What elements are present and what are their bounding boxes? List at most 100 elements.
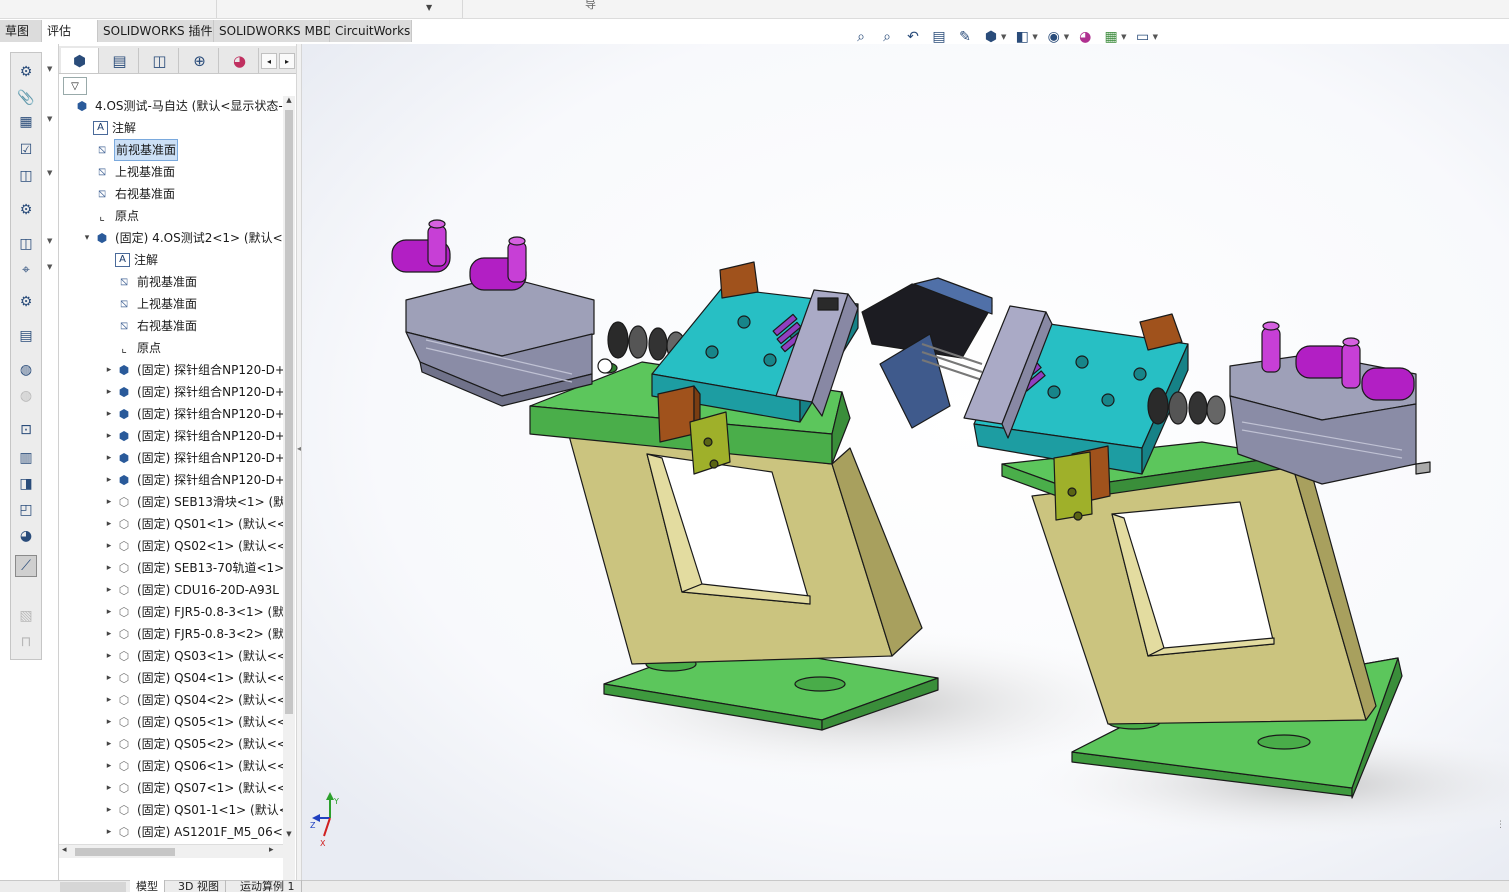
chevron-down-icon[interactable]: ▼ (1121, 33, 1126, 41)
configuration-manager-tab-icon[interactable]: ◫ (141, 48, 179, 73)
expand-toggle-icon[interactable]: ▸ (103, 360, 115, 380)
tree-row[interactable]: ▸ ⬡ (固定) QS06<1> (默认<<默 (103, 756, 283, 776)
stack-icon[interactable]: ▥ (15, 447, 37, 469)
tab-3d-views[interactable]: 3D 视图 (172, 880, 226, 892)
tab-solidworks-mbd[interactable]: SOLIDWORKS MBD (214, 20, 332, 42)
graphics-viewport[interactable] (302, 44, 1509, 880)
expand-toggle-icon[interactable]: ▸ (103, 580, 115, 600)
tree-row[interactable]: ⧅ 右视基准面 (81, 184, 175, 204)
tab-motion-study[interactable]: 运动算例 1 (234, 880, 302, 892)
expand-toggle-icon[interactable]: ▸ (103, 690, 115, 710)
tree-row[interactable]: ▸ ⬡ (固定) QS05<2> (默认<<默 (103, 734, 283, 754)
interference-icon[interactable]: ◫ (15, 165, 37, 187)
tree-row[interactable]: ▸ ⬡ (固定) FJR5-0.8-3<1> (默认 (103, 602, 283, 622)
expand-toggle-icon[interactable]: ▸ (103, 426, 115, 446)
expand-toggle-icon[interactable]: ▸ (103, 624, 115, 644)
expand-toggle-icon[interactable]: ▸ (103, 448, 115, 468)
instant3d-icon[interactable]: ⟋ (15, 555, 37, 577)
insert-icon[interactable]: ⌖ (15, 259, 37, 281)
explode-icon[interactable]: ▤ (15, 325, 37, 347)
expand-toggle-icon[interactable]: ▸ (103, 712, 115, 732)
tree-row[interactable]: ⌞ 原点 (81, 206, 139, 226)
clip-icon[interactable]: 📎 (15, 87, 37, 109)
tree-row[interactable]: A 注解 (81, 118, 136, 138)
expand-toggle-icon[interactable]: ▸ (103, 514, 115, 534)
scroll-thumb[interactable] (75, 848, 175, 856)
mate-icon[interactable]: ⚙ (15, 291, 37, 313)
tree-row[interactable]: ▸ ⬢ (固定) 探针组合NP120-D+N (103, 470, 283, 490)
tree-row[interactable]: ⌞ 原点 (103, 338, 161, 358)
scroll-left-icon[interactable]: ◂ (62, 845, 67, 855)
tab-model[interactable]: 模型 (130, 880, 165, 892)
expand-toggle-icon[interactable]: ▸ (103, 536, 115, 556)
tree-row[interactable]: ▸ ⬡ (固定) SEB13滑块<1> (默认 (103, 492, 283, 512)
part-icon[interactable]: ◨ (15, 473, 37, 495)
expand-toggle-icon[interactable]: ▸ (103, 800, 115, 820)
expand-toggle-icon[interactable]: ▸ (103, 382, 115, 402)
tree-row[interactable]: ▸ ⬡ (固定) QS07<1> (默认<<默 (103, 778, 283, 798)
hole-wizard-icon[interactable]: ⊡ (15, 419, 37, 441)
dimxpert-tab-icon[interactable]: ⊕ (181, 48, 219, 73)
tree-row[interactable]: ▸ ⬡ (固定) QS04<2> (默认<<默 (103, 690, 283, 710)
tree-row[interactable]: ▸ ⬢ (固定) 探针组合NP120-D+N (103, 448, 283, 468)
display-manager-tab-icon[interactable]: ◕ (221, 48, 259, 73)
tree-row[interactable]: ⧅ 前视基准面 (103, 272, 197, 292)
scroll-right-icon[interactable]: ▸ (269, 845, 274, 855)
tree-row[interactable]: ▸ ⬢ (固定) 探针组合NP120-D+N (103, 382, 283, 402)
tree-row[interactable]: ▸ ⬡ (固定) FJR5-0.8-3<2> (默认 (103, 624, 283, 644)
expand-toggle-icon[interactable]: ▸ (103, 492, 115, 512)
property-manager-tab-icon[interactable]: ▤ (101, 48, 139, 73)
tab-navigation-buttons[interactable] (60, 882, 126, 892)
feature-tree-tab-icon[interactable]: ⬢ (61, 48, 99, 73)
tree-row[interactable]: ▸ ⬡ (固定) QS04<1> (默认<<默 (103, 668, 283, 688)
chevron-down-icon[interactable]: ▼ (47, 115, 52, 123)
chevron-down-icon[interactable]: ▼ (47, 263, 52, 271)
tree-row[interactable]: ▸ ⬡ (固定) QS03<1> (默认<<默 (103, 646, 283, 666)
scroll-thumb[interactable] (285, 110, 293, 714)
filter-icon[interactable]: ▽ (63, 77, 87, 95)
expand-toggle-icon[interactable]: ▸ (103, 668, 115, 688)
chevron-down-icon[interactable]: ▼ (1064, 33, 1069, 41)
mass-properties-icon[interactable]: ▦ (15, 111, 37, 133)
tree-row[interactable]: ⧅ 前视基准面 (81, 139, 179, 161)
tab-sketch[interactable]: 草图 (0, 20, 42, 42)
tree-row[interactable]: ⧅ 上视基准面 (81, 162, 175, 182)
sheet-icon[interactable]: ◰ (15, 499, 37, 521)
tree-row[interactable]: ▸ ⬡ (固定) QS01-1<1> (默认<< (103, 800, 283, 820)
expand-toggle-icon[interactable]: ▸ (103, 646, 115, 666)
component-icon[interactable]: ◫ (15, 233, 37, 255)
expand-toggle-icon[interactable]: ▸ (103, 756, 115, 776)
tree-vertical-scrollbar[interactable]: ▲ ▼ (283, 96, 295, 889)
tree-row[interactable]: ▸ ⬡ (固定) QS02<1> (默认<<默 (103, 536, 283, 556)
tab-scroll-right-icon[interactable]: ▸ (279, 53, 295, 69)
checklist-icon[interactable]: ☑ (15, 139, 37, 161)
tree-row[interactable]: ▸ ⬡ (固定) QS05<1> (默认<<默 (103, 712, 283, 732)
sensor-icon[interactable]: ◍ (15, 359, 37, 381)
expand-toggle-icon[interactable]: ▸ (103, 822, 115, 842)
dropdown-arrow-icon[interactable]: ▼ (426, 3, 432, 12)
tree-horizontal-scrollbar[interactable]: ◂ ▸ (59, 844, 283, 858)
tree-row[interactable]: ▸⬡ (固定) AS1201F_M5_06<1> (103, 822, 283, 842)
tree-row[interactable]: ⬢ 4.OS测试-马自达 (默认<显示状态-1 (61, 96, 283, 116)
tree-row[interactable]: ▸ ⬢ (固定) 探针组合NP120-D+N (103, 404, 283, 424)
appearance-icon[interactable]: ◕ (15, 525, 37, 547)
tree-row[interactable]: ⧅ 上视基准面 (103, 294, 197, 314)
scroll-up-icon[interactable]: ▲ (283, 96, 295, 108)
tree-row[interactable]: ▸ ⬡ (固定) QS01<1> (默认<<默 (103, 514, 283, 534)
expand-toggle-icon[interactable]: ▸ (103, 778, 115, 798)
gear-icon[interactable]: ⚙ (15, 199, 37, 221)
expand-toggle-icon[interactable]: ▸ (103, 404, 115, 424)
tree-row[interactable]: ▾ ⬢ (固定) 4.OS测试2<1> (默认<显 (81, 228, 283, 248)
expand-toggle-icon[interactable]: ▸ (103, 734, 115, 754)
chevron-down-icon[interactable]: ▼ (1001, 33, 1006, 41)
expand-toggle-icon[interactable]: ▾ (81, 228, 93, 248)
tree-row[interactable]: A 注解 (103, 250, 158, 270)
tab-evaluate[interactable]: 评估 (42, 20, 98, 42)
tree-row[interactable]: ⧅ 右视基准面 (103, 316, 197, 336)
tab-solidworks-addins[interactable]: SOLIDWORKS 插件 (98, 20, 214, 42)
tree-row[interactable]: ▸ ⬢ (固定) 探针组合NP120-D+N (103, 426, 283, 446)
measure-icon[interactable]: ⚙ (15, 61, 37, 83)
chevron-down-icon[interactable]: ▼ (1032, 33, 1037, 41)
chevron-down-icon[interactable]: ▼ (1153, 33, 1158, 41)
tree-row[interactable]: ▸⬡ (固定) SEB13-70轨道<1> (默 (103, 558, 283, 578)
